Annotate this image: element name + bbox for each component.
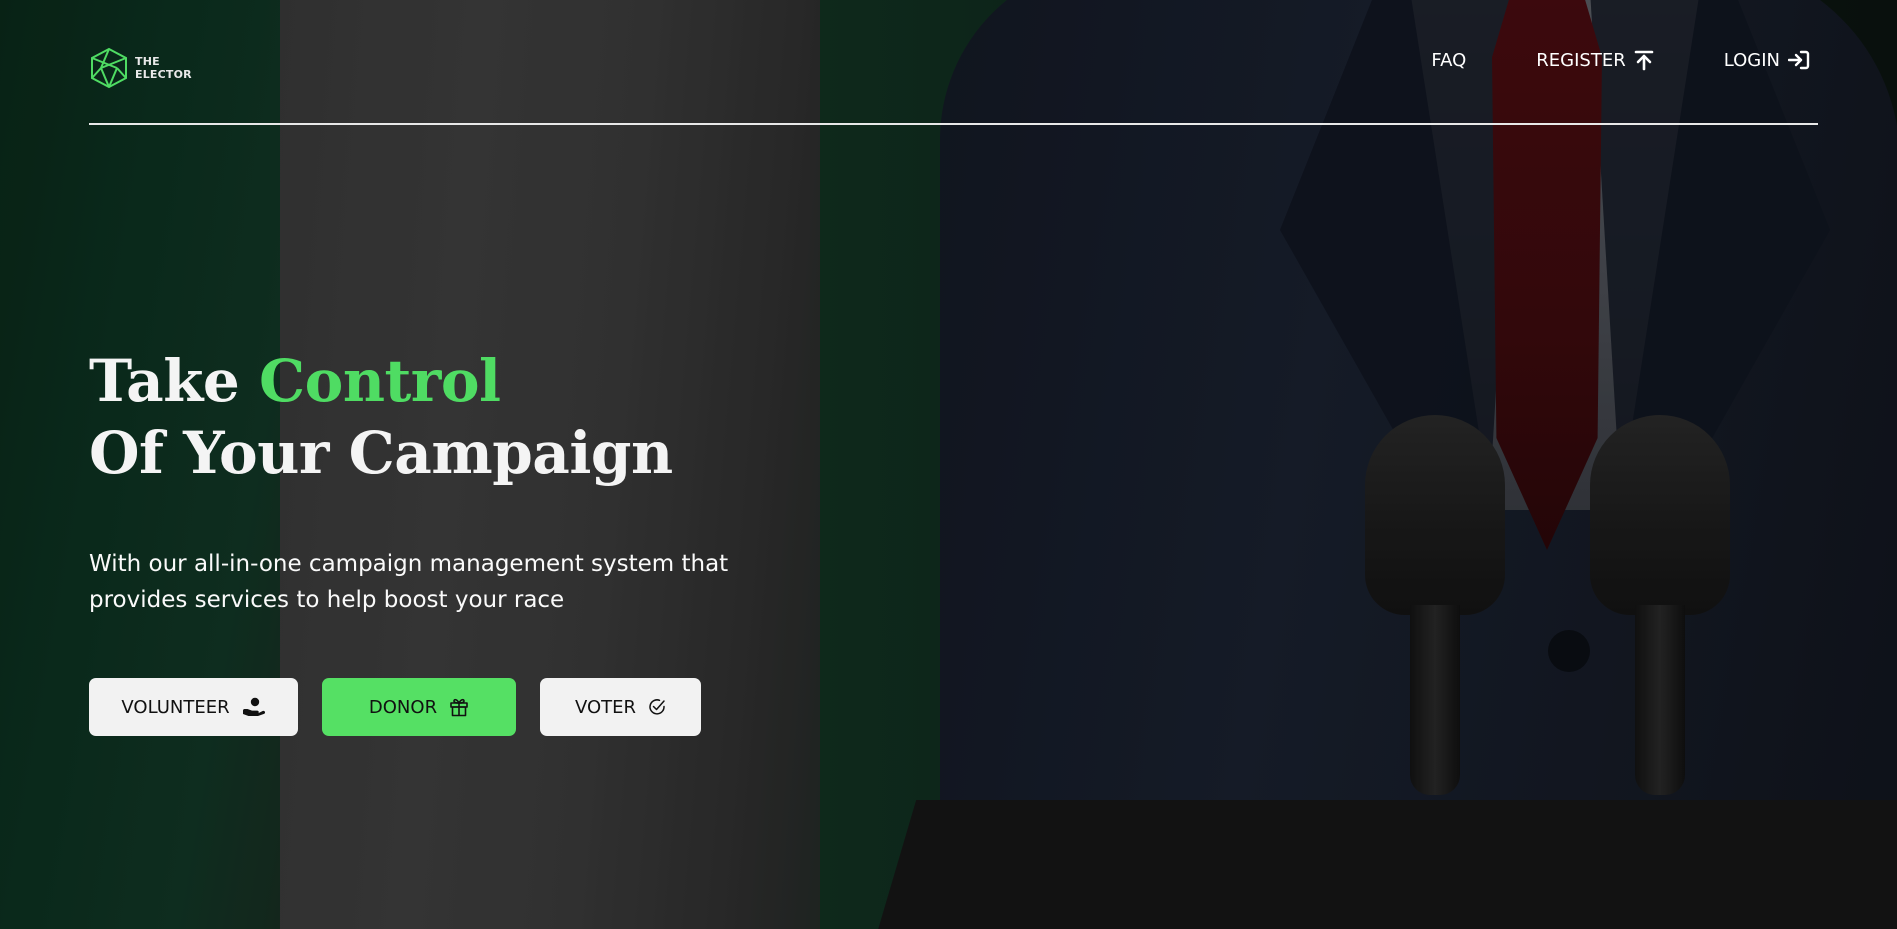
nav-faq-link[interactable]: FAQ (1431, 50, 1466, 71)
voter-label: VOTER (574, 696, 637, 718)
hexagon-logo-icon (89, 47, 129, 89)
headline-line2: Of Your Campaign (89, 419, 673, 487)
hero-headline: Take Control Of Your Campaign (89, 345, 989, 489)
hero-subtext: With our all-in-one campaign management … (89, 551, 729, 613)
nav-register-label: REGISTER (1536, 49, 1626, 71)
main-nav: FAQ REGISTER LOGIN (1431, 49, 1810, 71)
headline-take: Take (89, 347, 240, 415)
hero-section: Take Control Of Your Campaign With our a… (89, 345, 989, 736)
login-arrow-icon (1788, 50, 1810, 70)
cta-row: VOLUNTEER DONOR VOTER (89, 678, 989, 736)
nav-login-link[interactable]: LOGIN (1724, 50, 1810, 71)
logo[interactable]: THE ELECTOR (89, 47, 195, 89)
voter-button[interactable]: VOTER (540, 678, 701, 736)
header-divider (89, 123, 1818, 125)
donor-button[interactable]: DONOR (322, 678, 516, 736)
upload-arrow-icon (1634, 49, 1654, 71)
volunteer-label: VOLUNTEER (121, 696, 230, 718)
logo-text: THE ELECTOR (135, 55, 192, 81)
nav-register-link[interactable]: REGISTER (1536, 49, 1654, 71)
volunteer-button[interactable]: VOLUNTEER (89, 678, 298, 736)
site-header: THE ELECTOR FAQ REGISTER LOGIN (89, 44, 1818, 124)
nav-login-label: LOGIN (1723, 49, 1780, 71)
hand-helping-icon (242, 697, 266, 717)
headline-accent: Control (258, 347, 501, 415)
nav-faq-label: FAQ (1431, 49, 1467, 71)
gift-icon (449, 697, 469, 717)
check-badge-icon (648, 698, 666, 716)
donor-label: DONOR (368, 696, 438, 718)
